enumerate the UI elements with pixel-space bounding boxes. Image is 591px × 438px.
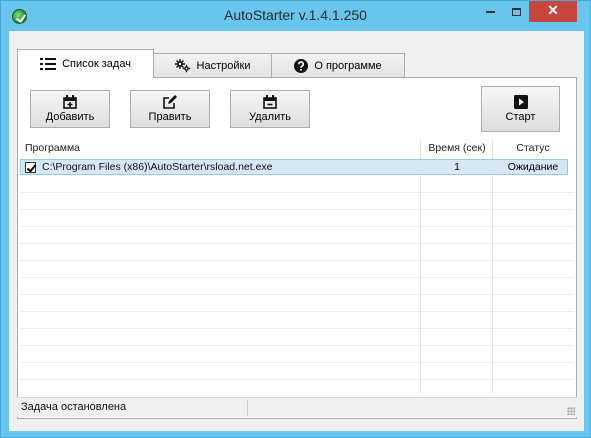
row-divider	[20, 277, 574, 278]
column-header-status[interactable]: Статус	[494, 142, 572, 154]
edit-label: Править	[148, 111, 192, 123]
column-header-program[interactable]: Программа	[25, 142, 80, 154]
status-text: Задача остановлена	[21, 401, 127, 413]
tab-about[interactable]: О программе	[271, 53, 405, 77]
maximize-icon	[511, 7, 521, 16]
row-divider	[20, 345, 574, 346]
resize-grip-icon[interactable]	[567, 407, 575, 415]
gears-icon	[174, 58, 191, 73]
play-icon	[513, 95, 528, 109]
row-divider	[20, 362, 574, 363]
tab-label: Список задач	[62, 58, 131, 70]
program-path-cell: C:\Program Files (x86)\AutoStarter\rsloa…	[42, 161, 273, 173]
tab-settings[interactable]: Настройки	[153, 53, 272, 77]
title-bar[interactable]: AutoStarter v.1.4.1.250 ✕	[1, 1, 590, 31]
tab-label: Настройки	[196, 59, 251, 72]
row-divider	[20, 379, 574, 380]
delete-task-icon	[263, 95, 277, 109]
add-label: Добавить	[45, 111, 95, 123]
question-icon	[294, 58, 309, 73]
minimize-button[interactable]	[477, 1, 503, 22]
minimize-icon	[485, 10, 495, 13]
column-divider	[420, 140, 421, 393]
row-divider	[20, 260, 574, 261]
start-button[interactable]: Старт	[481, 86, 560, 132]
row-divider	[20, 328, 574, 329]
task-list-panel: Добавить Править Удалить Старт Программа…	[17, 77, 577, 419]
maximize-button[interactable]	[503, 1, 529, 22]
row-divider	[20, 192, 574, 193]
start-label: Старт	[505, 111, 536, 123]
row-divider	[20, 243, 574, 244]
tab-task-list[interactable]: Список задач	[17, 49, 154, 78]
client-area: Список задач Настройки О программе Добав…	[9, 31, 584, 431]
edit-button[interactable]: Править	[130, 90, 210, 128]
column-header-time[interactable]: Время (сек)	[422, 142, 492, 154]
grid-header: Программа Время (сек) Статус	[20, 140, 574, 157]
close-button[interactable]: ✕	[529, 1, 577, 22]
edit-icon	[163, 95, 177, 109]
row-divider	[20, 294, 574, 295]
add-task-icon	[63, 95, 77, 109]
status-divider	[247, 400, 248, 416]
row-divider	[20, 311, 574, 312]
row-divider	[20, 209, 574, 210]
delete-label: Удалить	[249, 111, 291, 123]
column-divider	[492, 140, 493, 393]
table-row[interactable]: C:\Program Files (x86)\AutoStarter\rsloa…	[20, 159, 568, 175]
delete-button[interactable]: Удалить	[230, 90, 310, 128]
status-cell: Ожидание	[507, 161, 559, 173]
tab-label: О программе	[314, 59, 382, 72]
task-grid[interactable]: Программа Время (сек) Статус C:\Program …	[20, 140, 574, 393]
status-bar: Задача остановлена	[17, 397, 577, 417]
task-enabled-checkbox[interactable]	[25, 162, 36, 173]
delay-time-cell: 1	[454, 161, 460, 173]
add-button[interactable]: Добавить	[30, 90, 110, 128]
app-window: AutoStarter v.1.4.1.250 ✕ Список задач Н…	[0, 0, 591, 438]
row-divider	[20, 226, 574, 227]
tab-strip: Список задач Настройки О программе	[17, 49, 584, 78]
list-icon	[40, 57, 57, 71]
